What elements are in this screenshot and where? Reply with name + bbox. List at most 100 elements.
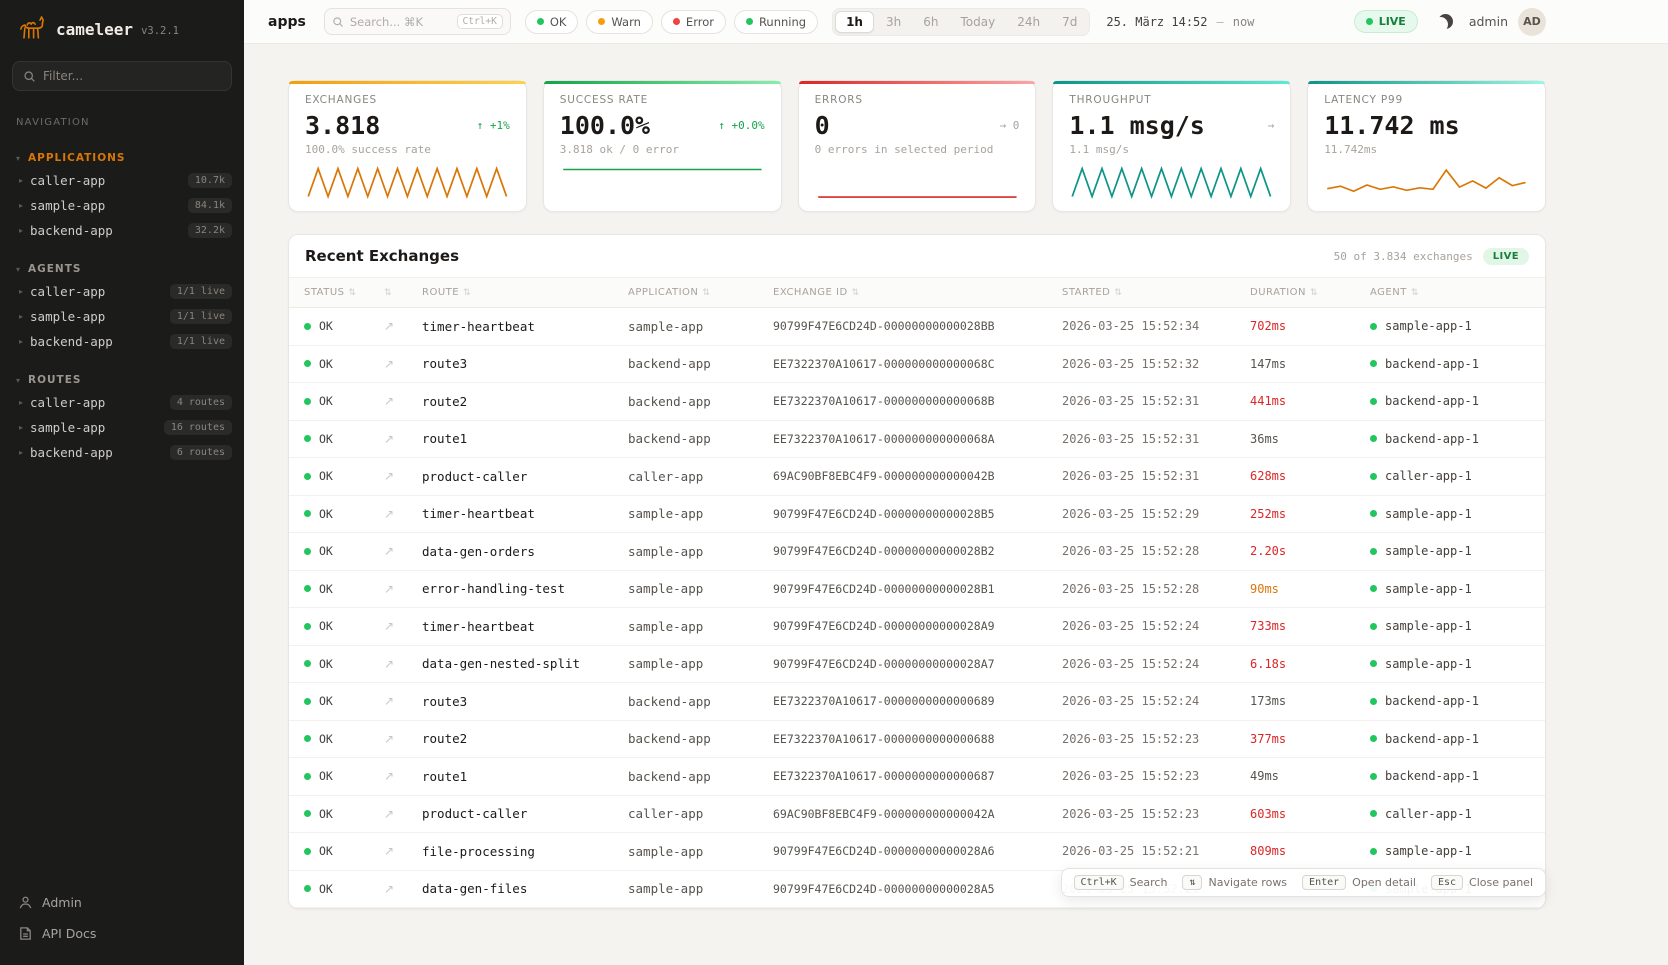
kpi-sparkline xyxy=(560,163,765,201)
section-label: APPLICATIONS xyxy=(28,152,125,164)
filter-chip-running[interactable]: Running xyxy=(734,10,818,34)
table-row[interactable]: OK ↗ product-caller caller-app 69AC90BF8… xyxy=(289,796,1545,834)
sidebar-item-routes-caller-app[interactable]: ▸ caller-app 4 routes xyxy=(0,390,244,415)
sidebar-item-agents-backend-app[interactable]: ▸ backend-app 1/1 live xyxy=(0,329,244,354)
sidebar-section-header-routes[interactable]: ▾ ROUTES xyxy=(0,370,244,390)
sidebar-item-label: caller-app xyxy=(30,284,105,299)
open-detail-icon[interactable]: ↗ xyxy=(384,357,394,371)
table-row[interactable]: OK ↗ file-processing sample-app 90799F47… xyxy=(289,833,1545,871)
cell-application: backend-app xyxy=(628,769,773,784)
open-detail-icon[interactable]: ↗ xyxy=(384,619,394,633)
open-detail-icon[interactable]: ↗ xyxy=(384,844,394,858)
filter-chip-warn[interactable]: Warn xyxy=(586,10,653,34)
sidebar-item-agents-caller-app[interactable]: ▸ caller-app 1/1 live xyxy=(0,279,244,304)
kpi-card-throughput[interactable]: THROUGHPUT 1.1 msg/s → 1.1 msg/s xyxy=(1052,80,1291,212)
open-detail-icon[interactable]: ↗ xyxy=(384,469,394,483)
column-header-open[interactable]: ⇅ xyxy=(384,279,422,307)
table-row[interactable]: OK ↗ timer-heartbeat sample-app 90799F47… xyxy=(289,608,1545,646)
camel-logo-icon xyxy=(16,13,48,45)
sidebar-item-agents-sample-app[interactable]: ▸ sample-app 1/1 live xyxy=(0,304,244,329)
open-detail-icon[interactable]: ↗ xyxy=(384,807,394,821)
filter-chip-label: Running xyxy=(759,15,806,29)
logo[interactable]: cameleer v3.2.1 xyxy=(0,0,244,55)
hint-label: Close panel xyxy=(1469,876,1533,889)
sidebar-filter[interactable] xyxy=(12,61,232,91)
open-detail-icon[interactable]: ↗ xyxy=(384,657,394,671)
sidebar-item-routes-sample-app[interactable]: ▸ sample-app 16 routes xyxy=(0,415,244,440)
table-row[interactable]: OK ↗ error-handling-test sample-app 9079… xyxy=(289,571,1545,609)
table-row[interactable]: OK ↗ route2 backend-app EE7322370A10617-… xyxy=(289,721,1545,759)
sidebar-item-routes-backend-app[interactable]: ▸ backend-app 6 routes xyxy=(0,440,244,465)
filter-chip-error[interactable]: Error xyxy=(661,10,726,34)
dark-mode-toggle[interactable] xyxy=(1434,10,1457,33)
open-detail-icon[interactable]: ↗ xyxy=(384,432,394,446)
table-row[interactable]: OK ↗ route3 backend-app EE7322370A10617-… xyxy=(289,683,1545,721)
sidebar-item-applications-backend-app[interactable]: ▸ backend-app 32.2k xyxy=(0,218,244,243)
column-header-application[interactable]: APPLICATION ⇅ xyxy=(628,278,773,307)
time-range-24h[interactable]: 24h xyxy=(1007,12,1050,32)
column-header-exchange-id[interactable]: EXCHANGE ID ⇅ xyxy=(773,278,1062,307)
chevron-down-icon: ▾ xyxy=(16,154,21,163)
column-header-started[interactable]: STARTED ⇅ xyxy=(1062,278,1250,307)
sidebar-footer-api-docs[interactable]: API Docs xyxy=(0,918,244,949)
search-input[interactable] xyxy=(350,15,451,29)
open-detail-icon[interactable]: ↗ xyxy=(384,582,394,596)
open-detail-icon[interactable]: ↗ xyxy=(384,319,394,333)
avatar[interactable]: AD xyxy=(1518,8,1546,36)
kpi-card-exchanges[interactable]: EXCHANGES 3.818 ↑ +1% 100.0% success rat… xyxy=(288,80,527,212)
kpi-card-success-rate[interactable]: SUCCESS RATE 100.0% ↑ +0.0% 3.818 ok / 0… xyxy=(543,80,782,212)
filter-chip-label: OK xyxy=(550,15,567,29)
sort-icon: ⇅ xyxy=(1411,288,1419,298)
kpi-card-errors[interactable]: ERRORS 0 → 0 0 errors in selected period xyxy=(798,80,1037,212)
column-header-route[interactable]: ROUTE ⇅ xyxy=(422,278,628,307)
open-detail-icon[interactable]: ↗ xyxy=(384,544,394,558)
column-header-agent[interactable]: AGENT ⇅ xyxy=(1370,278,1545,307)
time-range-display[interactable]: 25. März 14:52 — now xyxy=(1106,15,1254,29)
exchange-count: 50 of 3.834 exchanges xyxy=(1334,250,1473,263)
filter-input[interactable] xyxy=(43,69,221,83)
kpi-accent-bar xyxy=(1308,81,1545,84)
agent-name: caller-app-1 xyxy=(1385,469,1472,483)
column-header-duration[interactable]: DURATION ⇅ xyxy=(1250,278,1370,307)
open-detail-icon[interactable]: ↗ xyxy=(384,769,394,783)
table-row[interactable]: OK ↗ product-caller caller-app 69AC90BF8… xyxy=(289,458,1545,496)
live-toggle[interactable]: LIVE xyxy=(1354,10,1418,33)
table-row[interactable]: OK ↗ timer-heartbeat sample-app 90799F47… xyxy=(289,496,1545,534)
sidebar-footer-admin[interactable]: Admin xyxy=(0,887,244,918)
table-row[interactable]: OK ↗ route3 backend-app EE7322370A10617-… xyxy=(289,346,1545,384)
time-range-7d[interactable]: 7d xyxy=(1052,12,1087,32)
table-row[interactable]: OK ↗ route1 backend-app EE7322370A10617-… xyxy=(289,758,1545,796)
sidebar-section-header-applications[interactable]: ▾ APPLICATIONS xyxy=(0,148,244,168)
filter-chip-ok[interactable]: OK xyxy=(525,10,579,34)
panel-live-badge[interactable]: LIVE xyxy=(1483,248,1529,265)
cell-route: route2 xyxy=(422,394,628,409)
kpi-sparkline xyxy=(1069,163,1274,201)
table-row[interactable]: OK ↗ data-gen-nested-split sample-app 90… xyxy=(289,646,1545,684)
sidebar-item-badge: 16 routes xyxy=(164,420,232,435)
open-detail-icon[interactable]: ↗ xyxy=(384,694,394,708)
cell-exchange-id: 90799F47E6CD24D-00000000000028B5 xyxy=(773,507,1062,521)
column-header-status[interactable]: STATUS ⇅ xyxy=(304,278,384,307)
time-range-3h[interactable]: 3h xyxy=(876,12,911,32)
table-row[interactable]: OK ↗ route2 backend-app EE7322370A10617-… xyxy=(289,383,1545,421)
kpi-card-latency-p99[interactable]: LATENCY P99 11.742 ms 11.742ms xyxy=(1307,80,1546,212)
time-range-6h[interactable]: 6h xyxy=(913,12,948,32)
cell-agent: sample-app-1 xyxy=(1370,619,1545,633)
sidebar-item-applications-sample-app[interactable]: ▸ sample-app 84.1k xyxy=(0,193,244,218)
time-range-1h[interactable]: 1h xyxy=(835,11,874,33)
open-detail-icon[interactable]: ↗ xyxy=(384,507,394,521)
open-detail-icon[interactable]: ↗ xyxy=(384,394,394,408)
cell-status: OK xyxy=(304,769,384,783)
kpi-value-row: 11.742 ms xyxy=(1324,111,1529,140)
time-range-today[interactable]: Today xyxy=(950,12,1005,32)
status-text: OK xyxy=(319,582,333,596)
table-row[interactable]: OK ↗ data-gen-orders sample-app 90799F47… xyxy=(289,533,1545,571)
kpi-sparkline xyxy=(1324,163,1529,201)
open-detail-icon[interactable]: ↗ xyxy=(384,882,394,896)
sidebar-section-header-agents[interactable]: ▾ AGENTS xyxy=(0,259,244,279)
table-row[interactable]: OK ↗ route1 backend-app EE7322370A10617-… xyxy=(289,421,1545,459)
open-detail-icon[interactable]: ↗ xyxy=(384,732,394,746)
table-row[interactable]: OK ↗ timer-heartbeat sample-app 90799F47… xyxy=(289,308,1545,346)
sidebar-item-applications-caller-app[interactable]: ▸ caller-app 10.7k xyxy=(0,168,244,193)
global-search[interactable]: Ctrl+K xyxy=(324,8,511,35)
